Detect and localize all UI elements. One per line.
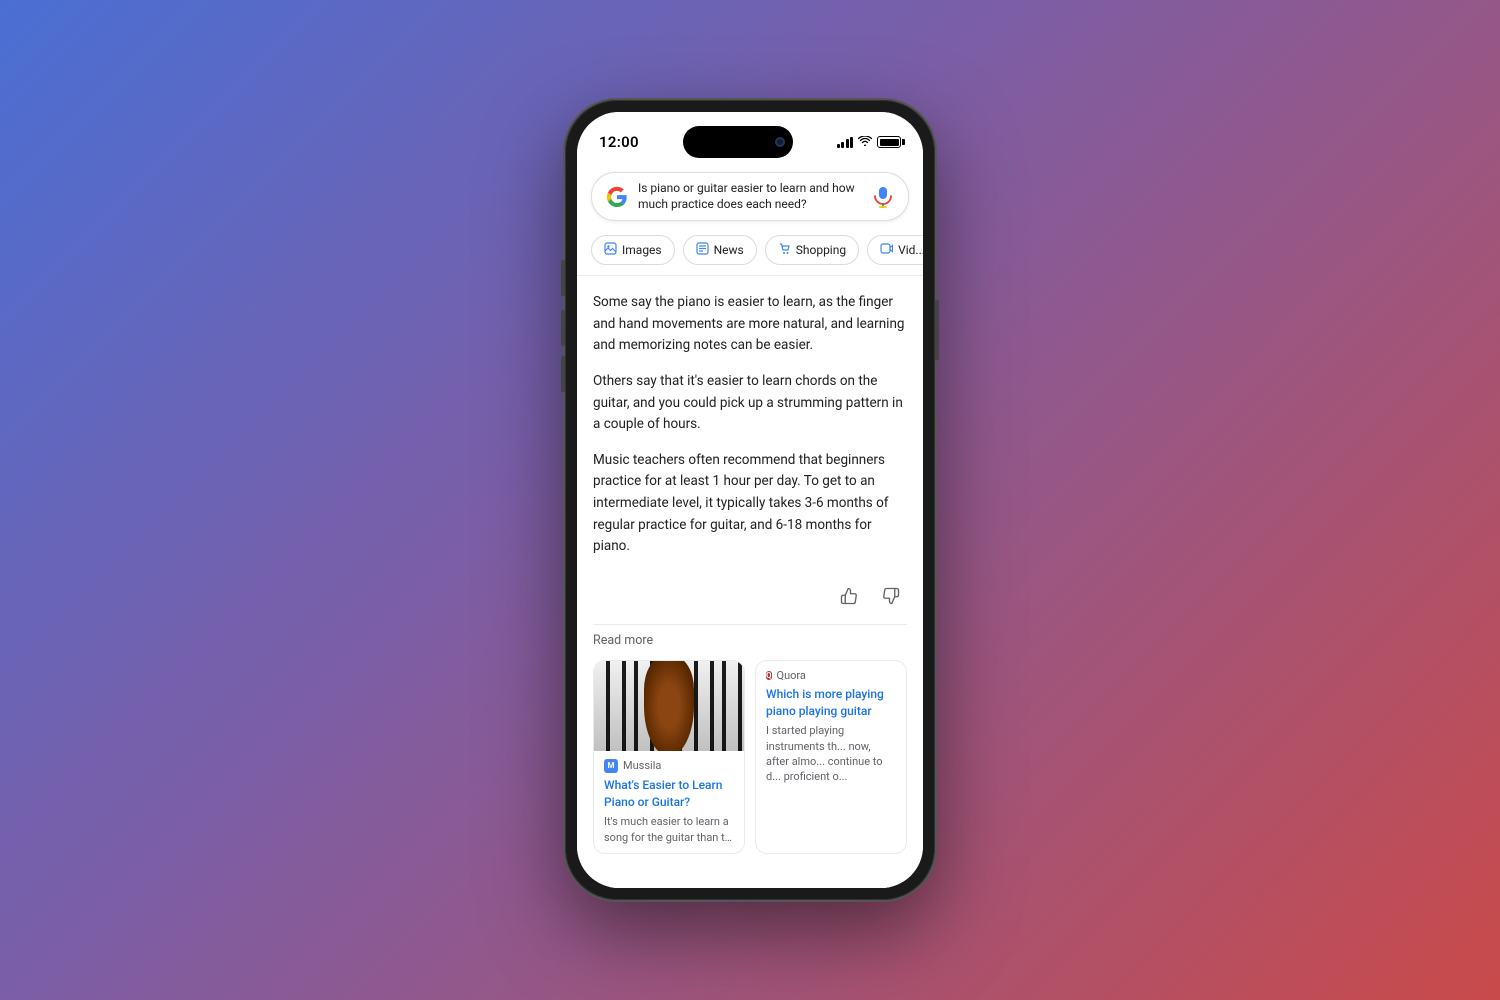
tab-shopping[interactable]: Shopping (765, 235, 859, 265)
videos-tab-icon (880, 242, 893, 258)
main-content: Some say the piano is easier to learn, a… (577, 276, 923, 888)
quora-favicon: Q (766, 671, 772, 680)
status-icons (837, 135, 902, 150)
dynamic-island (683, 126, 793, 158)
search-query-text: Is piano or guitar easier to learn and h… (638, 181, 862, 212)
mussila-card-image (594, 661, 744, 751)
tab-videos-label: Vid... (898, 243, 923, 257)
quora-source-row: Q Quora (766, 669, 896, 682)
tab-images[interactable]: Images (591, 235, 675, 265)
search-input-box[interactable]: Is piano or guitar easier to learn and h… (591, 172, 909, 221)
quora-card-snippet: I started playing instruments th... now,… (766, 723, 896, 785)
shopping-tab-icon (778, 242, 791, 258)
wifi-icon (858, 135, 872, 150)
status-time: 12:00 (599, 133, 639, 151)
search-bar[interactable]: Is piano or guitar easier to learn and h… (577, 164, 923, 231)
mussila-favicon: M (604, 759, 618, 773)
quora-source-name: Quora (777, 669, 806, 682)
camera-dot (775, 137, 785, 147)
source-cards: M Mussila What's Easier to Learn Piano o… (593, 660, 907, 870)
ai-paragraph-3: Music teachers often recommend that begi… (593, 450, 907, 558)
images-tab-icon (604, 242, 617, 258)
mussila-card-body: M Mussila What's Easier to Learn Piano o… (594, 751, 744, 853)
news-tab-icon (696, 242, 709, 258)
ai-paragraph-2: Others say that it's easier to learn cho… (593, 371, 907, 436)
read-more[interactable]: Read more (593, 625, 907, 660)
mussila-card-snippet: It's much easier to learn a song for the… (604, 814, 734, 845)
google-logo (606, 186, 628, 208)
tab-news-label: News (714, 243, 744, 257)
ai-paragraph-1: Some say the piano is easier to learn, a… (593, 292, 907, 357)
thumbs-up-button[interactable] (833, 580, 865, 612)
quora-card[interactable]: Q Quora Which is more playing piano play… (755, 660, 907, 854)
mussila-card[interactable]: M Mussila What's Easier to Learn Piano o… (593, 660, 745, 854)
mussila-card-title: What's Easier to Learn Piano or Guitar? (604, 777, 734, 811)
quora-card-body: Q Quora Which is more playing piano play… (756, 661, 906, 793)
feedback-row (593, 572, 907, 625)
mussila-source-row: M Mussila (604, 759, 734, 773)
thumbs-down-button[interactable] (875, 580, 907, 612)
phone-frame: 12:00 (565, 100, 935, 900)
signal-bars-icon (837, 137, 854, 148)
tab-videos[interactable]: Vid... (867, 235, 923, 265)
tab-shopping-label: Shopping (796, 243, 846, 257)
tab-news[interactable]: News (683, 235, 757, 265)
battery-fill (880, 139, 899, 146)
mic-icon[interactable] (872, 186, 894, 208)
phone-screen: 12:00 (577, 112, 923, 888)
battery-icon (877, 136, 901, 148)
filter-tabs: Images News Shopping Vid... (577, 231, 923, 276)
status-bar: 12:00 (577, 112, 923, 164)
mussila-source-name: Mussila (623, 759, 661, 772)
quora-card-title: Which is more playing piano playing guit… (766, 686, 896, 720)
tab-images-label: Images (622, 243, 662, 257)
guitar-body-overlay (644, 661, 694, 751)
